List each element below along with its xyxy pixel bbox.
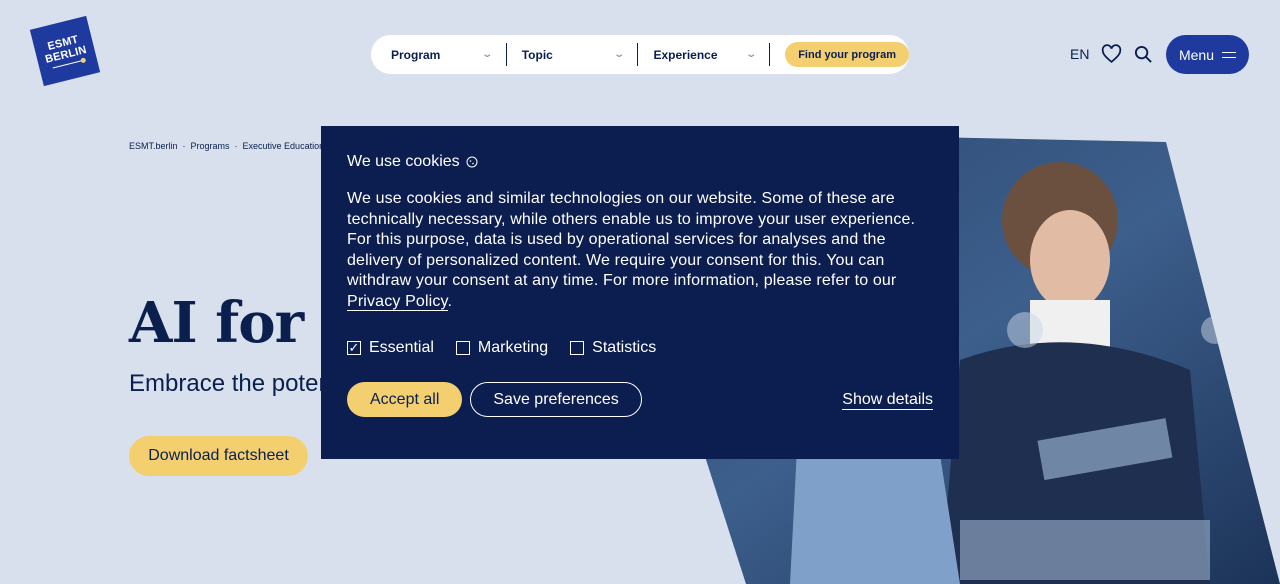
experience-select[interactable]: Experience ⌄ (638, 43, 771, 66)
cookie-title-row: We use cookies (347, 153, 933, 171)
hero-subtitle: Embrace the poten (129, 370, 332, 397)
cookie-consent-dialog: We use cookies We use cookies and simila… (321, 126, 959, 459)
marketing-label: Marketing (477, 338, 549, 356)
find-program-button[interactable]: Find your program (785, 42, 909, 67)
breadcrumb-home[interactable]: ESMT.berlin (129, 141, 178, 151)
statistics-label: Statistics (592, 338, 657, 356)
breadcrumb-executive-education[interactable]: Executive Education (243, 141, 325, 151)
heart-icon[interactable] (1101, 44, 1122, 69)
save-preferences-button[interactable]: Save preferences (470, 382, 642, 417)
essential-checkbox[interactable]: ✓ (347, 340, 361, 355)
menu-label: Menu (1178, 46, 1215, 63)
cookie-options: ✓ Essential Marketing Statistics (347, 339, 933, 357)
esmt-logo[interactable]: ESMT BERLIN (29, 15, 101, 87)
option-marketing[interactable]: Marketing (455, 338, 549, 357)
cookie-body-end: . (447, 292, 453, 310)
privacy-policy-link[interactable]: Privacy Policy (347, 292, 448, 311)
topic-select[interactable]: Topic ⌄ (507, 43, 639, 66)
chevron-down-icon: ⌄ (481, 49, 494, 60)
menu-button[interactable]: Menu (1166, 35, 1249, 74)
option-statistics[interactable]: Statistics (570, 339, 656, 357)
download-factsheet-button[interactable]: Download factsheet (129, 436, 308, 476)
chevron-down-icon: ⌄ (745, 49, 757, 60)
breadcrumb-separator: · (182, 141, 186, 151)
cookie-text: We use cookies and similar technologies … (347, 189, 933, 313)
cookie-icon (466, 156, 478, 168)
accept-all-button[interactable]: Accept all (347, 382, 463, 417)
chevron-down-icon: ⌄ (613, 49, 626, 60)
breadcrumb-programs[interactable]: Programs (191, 141, 230, 151)
breadcrumb: ESMT.berlin · Programs · Executive Educa… (129, 141, 324, 151)
marketing-checkbox[interactable] (455, 340, 470, 355)
breadcrumb-separator: · (234, 141, 238, 151)
experience-select-label: Experience (653, 47, 718, 62)
hamburger-icon (1222, 51, 1237, 58)
essential-label: Essential (369, 338, 434, 356)
cookie-title: We use cookies (347, 153, 460, 170)
cookie-body: We use cookies and similar technologies … (347, 190, 916, 290)
cookie-actions: Accept all Save preferences (347, 382, 642, 417)
program-finder: Program ⌄ Topic ⌄ Experience ⌄ Find your… (371, 35, 909, 74)
language-switch[interactable]: EN (1070, 46, 1089, 62)
topic-select-label: Topic (521, 47, 553, 62)
program-select[interactable]: Program ⌄ (391, 43, 507, 66)
search-icon[interactable] (1134, 45, 1153, 69)
statistics-checkbox[interactable] (570, 340, 585, 355)
show-details-link[interactable]: Show details (842, 391, 933, 410)
option-essential[interactable]: ✓ Essential (347, 339, 434, 357)
program-select-label: Program (391, 47, 441, 62)
